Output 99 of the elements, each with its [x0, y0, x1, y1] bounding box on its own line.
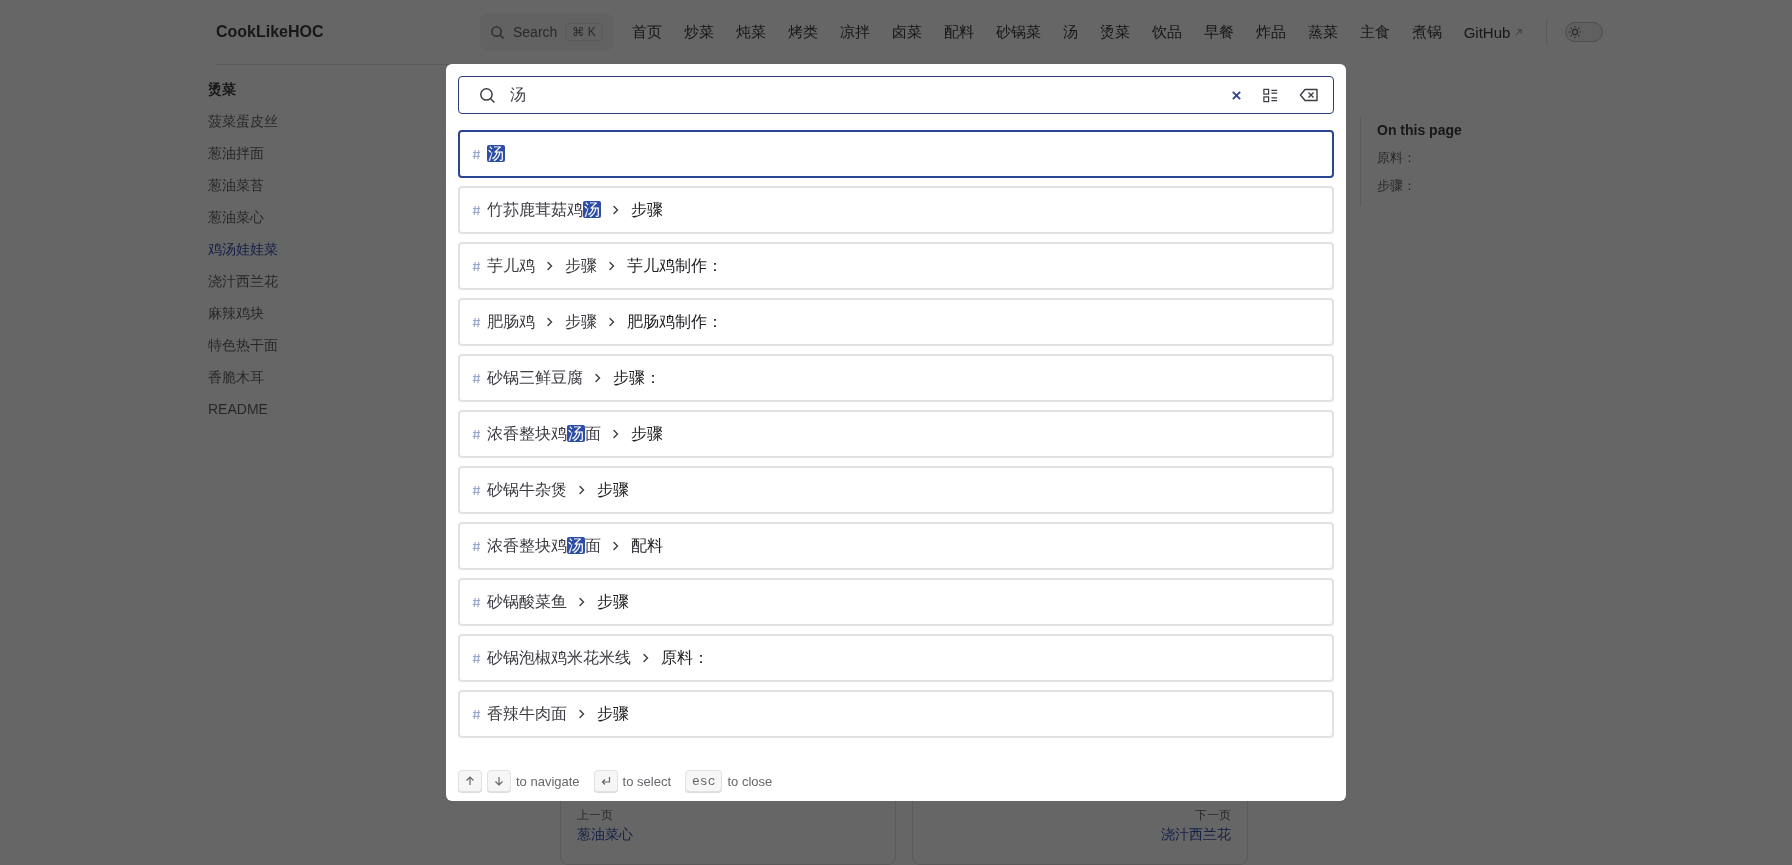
hash-icon — [472, 148, 481, 160]
sidebar-heading: 烫菜 — [208, 80, 237, 99]
chevron-icon — [545, 261, 555, 271]
nav-link[interactable]: 凉拌 — [828, 22, 881, 42]
search-field[interactable]: 汤 — [458, 76, 1334, 114]
key-hint: to navigate — [516, 773, 580, 789]
external-link-icon — [1514, 27, 1524, 37]
search-input[interactable]: 汤 — [508, 85, 1215, 105]
search-placeholder: Search — [513, 24, 558, 40]
nav-link[interactable]: 蒸菜 — [1296, 22, 1349, 42]
pager-title: 浇汁西兰花 — [1161, 826, 1231, 844]
nav-link[interactable]: GitHub — [1452, 23, 1535, 41]
nav-link[interactable]: 砂锅菜 — [984, 22, 1052, 42]
result-crumb: 原料： — [661, 647, 709, 668]
chevron-icon — [641, 653, 651, 663]
result-crumb: 芋儿鸡 — [487, 255, 535, 276]
arrow-down-icon — [493, 775, 505, 787]
search-result[interactable]: 砂锅三鲜豆腐 步骤： — [458, 354, 1334, 402]
list-icon — [1262, 86, 1279, 104]
result-crumb: 步骤 — [565, 255, 597, 276]
close-icon — [1231, 89, 1242, 101]
nav-link[interactable]: 炖菜 — [724, 22, 777, 42]
outline-title: On this page — [1377, 121, 1463, 140]
search-result[interactable]: 砂锅酸菜鱼 步骤 — [458, 578, 1334, 626]
search-result[interactable]: 汤 — [458, 130, 1334, 178]
search-icon — [479, 86, 496, 104]
theme-toggle[interactable] — [1565, 22, 1604, 42]
chevron-icon — [611, 541, 621, 551]
result-crumb: 步骤： — [613, 367, 661, 388]
nav-link[interactable]: 首页 — [620, 22, 673, 42]
result-crumb: 砂锅牛杂煲 — [487, 479, 567, 500]
search-result[interactable]: 砂锅泡椒鸡米花米线 原料： — [458, 634, 1334, 682]
nav-link[interactable]: 炒菜 — [672, 22, 725, 42]
nav-link[interactable]: 主食 — [1348, 22, 1401, 42]
hash-icon — [472, 372, 481, 384]
esc-key: esc — [685, 770, 723, 792]
result-crumb: 芋儿鸡制作： — [627, 255, 723, 276]
chevron-icon — [577, 485, 587, 495]
search-result[interactable]: 砂锅牛杂煲 步骤 — [458, 466, 1334, 514]
sun-icon — [1568, 25, 1583, 39]
chevron-icon — [593, 373, 603, 383]
result-crumb: 步骤 — [597, 479, 629, 500]
hash-icon — [472, 484, 481, 496]
backspace-icon — [1299, 88, 1319, 102]
key-hint: to select — [622, 773, 672, 789]
search-result[interactable]: 芋儿鸡 步骤 芋儿鸡制作： — [458, 242, 1334, 290]
nav-link[interactable]: 烤类 — [776, 22, 829, 42]
result-crumb: 竹荪鹿茸菇鸡汤 — [487, 199, 601, 220]
result-crumb: 步骤 — [631, 199, 663, 220]
result-crumb: 浓香整块鸡汤面 — [487, 535, 601, 556]
hash-icon — [472, 316, 481, 328]
search-icon — [490, 24, 505, 40]
result-crumb: 砂锅三鲜豆腐 — [487, 367, 583, 388]
result-crumb: 步骤 — [597, 703, 629, 724]
search-result[interactable]: 浓香整块鸡汤面 配料 — [458, 522, 1334, 570]
nav-link[interactable]: 烫菜 — [1088, 22, 1141, 42]
hash-icon — [472, 596, 481, 608]
chevron-icon — [577, 597, 587, 607]
chevron-icon — [607, 317, 617, 327]
result-crumb: 砂锅酸菜鱼 — [487, 591, 567, 612]
nav-link[interactable]: 炸品 — [1244, 22, 1297, 42]
outline-link[interactable]: 原料： — [1377, 144, 1577, 172]
nav-link[interactable]: 煮锅 — [1400, 22, 1453, 42]
nav-link[interactable]: 饮品 — [1140, 22, 1193, 42]
search-result[interactable]: 香辣牛肉面 步骤 — [458, 690, 1334, 738]
result-crumb: 香辣牛肉面 — [487, 703, 567, 724]
chevron-icon — [611, 205, 621, 215]
enter-icon — [599, 775, 612, 787]
result-crumb: 汤 — [487, 143, 505, 164]
search-result[interactable]: 竹荪鹿茸菇鸡汤 步骤 — [458, 186, 1334, 234]
nav-link[interactable]: 配料 — [932, 22, 985, 42]
chevron-icon — [611, 429, 621, 439]
pager-title: 葱油菜心 — [577, 826, 634, 844]
search-result[interactable]: 肥肠鸡 步骤 肥肠鸡制作： — [458, 298, 1334, 346]
nav-link[interactable]: 卤菜 — [880, 22, 933, 42]
result-crumb: 肥肠鸡 — [487, 311, 535, 332]
outline-link[interactable]: 步骤： — [1377, 172, 1577, 200]
result-crumb: 砂锅泡椒鸡米花米线 — [487, 647, 631, 668]
hash-icon — [472, 204, 481, 216]
hash-icon — [472, 540, 481, 552]
nav-link[interactable]: 早餐 — [1192, 22, 1245, 42]
result-crumb: 步骤 — [597, 591, 629, 612]
result-crumb: 步骤 — [565, 311, 597, 332]
hash-icon — [472, 652, 481, 664]
nav-link[interactable]: 汤 — [1051, 22, 1089, 42]
hash-icon — [472, 708, 481, 720]
site-logo[interactable]: CookLikeHOC — [216, 23, 324, 41]
key-hint: to close — [727, 773, 773, 789]
result-crumb: 配料 — [631, 535, 663, 556]
result-crumb: 浓香整块鸡汤面 — [487, 423, 601, 444]
search-result[interactable]: 浓香整块鸡汤面 步骤 — [458, 410, 1334, 458]
chevron-icon — [607, 261, 617, 271]
hash-icon — [472, 428, 481, 440]
arrow-up-icon — [464, 775, 476, 787]
result-crumb: 步骤 — [631, 423, 663, 444]
chevron-icon — [545, 317, 555, 327]
result-crumb: 肥肠鸡制作： — [627, 311, 723, 332]
chevron-icon — [577, 709, 587, 719]
hash-icon — [472, 260, 481, 272]
